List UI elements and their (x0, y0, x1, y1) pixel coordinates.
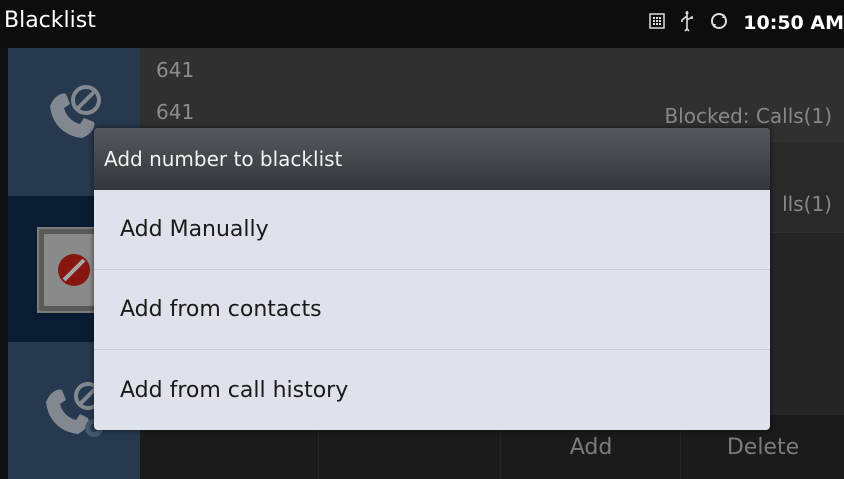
usb-icon (679, 10, 695, 36)
status-bar: Blacklist 10:50 AM (0, 0, 844, 48)
add-from-call-history-option[interactable]: Add from call history (94, 350, 770, 430)
add-number-dialog: Add number to blacklist Add Manually Add… (94, 128, 770, 430)
dialog-title: Add number to blacklist (94, 128, 770, 190)
add-manually-option[interactable]: Add Manually (94, 190, 770, 270)
sync-icon (709, 11, 729, 35)
add-from-contacts-option[interactable]: Add from contacts (94, 270, 770, 350)
status-icons: 10:50 AM (649, 10, 844, 36)
calculator-icon (649, 13, 666, 33)
app-title: Blacklist (4, 8, 96, 33)
clock: 10:50 AM (743, 12, 844, 34)
